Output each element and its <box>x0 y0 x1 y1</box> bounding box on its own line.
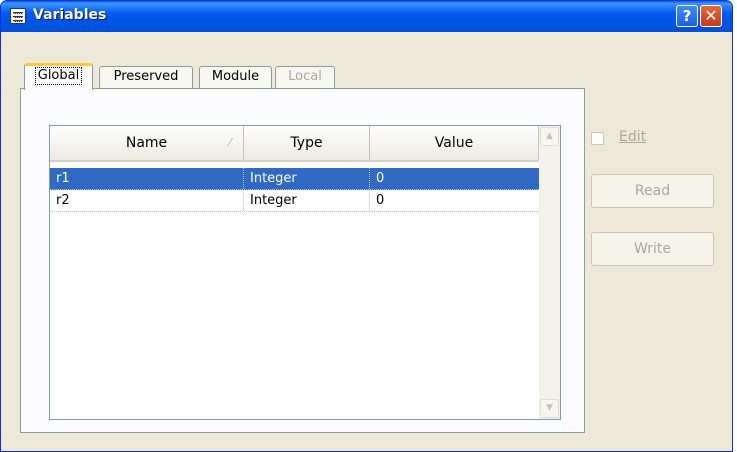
list-header: Name ⁄ Type Value <box>50 126 539 162</box>
tab-global[interactable]: Global <box>24 63 93 90</box>
tab-label: Module <box>211 69 260 84</box>
scroll-up-arrow-icon[interactable]: ▲ <box>540 127 559 146</box>
vertical-scrollbar[interactable]: ▲ ▼ <box>539 126 560 419</box>
table-row[interactable]: r2 Integer 0 <box>50 190 539 212</box>
cell-name: r1 <box>50 168 244 189</box>
column-header-value[interactable]: Value <box>370 126 539 160</box>
tab-label: Preserved <box>113 69 179 84</box>
tab-preserved[interactable]: Preserved <box>99 66 193 88</box>
tab-local: Local <box>275 66 335 88</box>
edit-checkbox[interactable] <box>591 132 604 145</box>
cell-type: Integer <box>244 190 370 211</box>
edit-checkbox-label: Edit <box>619 129 647 145</box>
help-button[interactable]: ? <box>676 5 698 27</box>
read-button[interactable]: Read <box>591 174 714 208</box>
variables-dialog: Variables ? ✕ Global Preserved Module Lo… <box>0 0 733 452</box>
close-button[interactable]: ✕ <box>700 5 722 27</box>
variables-list[interactable]: Name ⁄ Type Value r1 Integer 0 r2 Intege… <box>49 125 561 420</box>
cell-name: r2 <box>50 190 244 211</box>
window-title: Variables <box>33 7 107 23</box>
tab-label: Global <box>34 67 83 85</box>
table-row[interactable]: r1 Integer 0 <box>50 168 539 190</box>
variables-window-icon <box>10 8 26 24</box>
cell-value: 0 <box>376 171 385 186</box>
tab-module[interactable]: Module <box>199 66 272 88</box>
cell-value: 0 <box>376 193 385 208</box>
tab-label: Local <box>288 69 322 84</box>
write-button[interactable]: Write <box>591 232 714 266</box>
sort-ascending-icon: ⁄ <box>229 136 231 149</box>
scroll-down-arrow-icon[interactable]: ▼ <box>540 399 559 418</box>
cell-type: Integer <box>244 168 370 189</box>
column-header-type[interactable]: Type <box>244 126 370 160</box>
column-header-name[interactable]: Name ⁄ <box>50 126 244 160</box>
title-bar[interactable]: Variables ? ✕ <box>1 1 732 32</box>
